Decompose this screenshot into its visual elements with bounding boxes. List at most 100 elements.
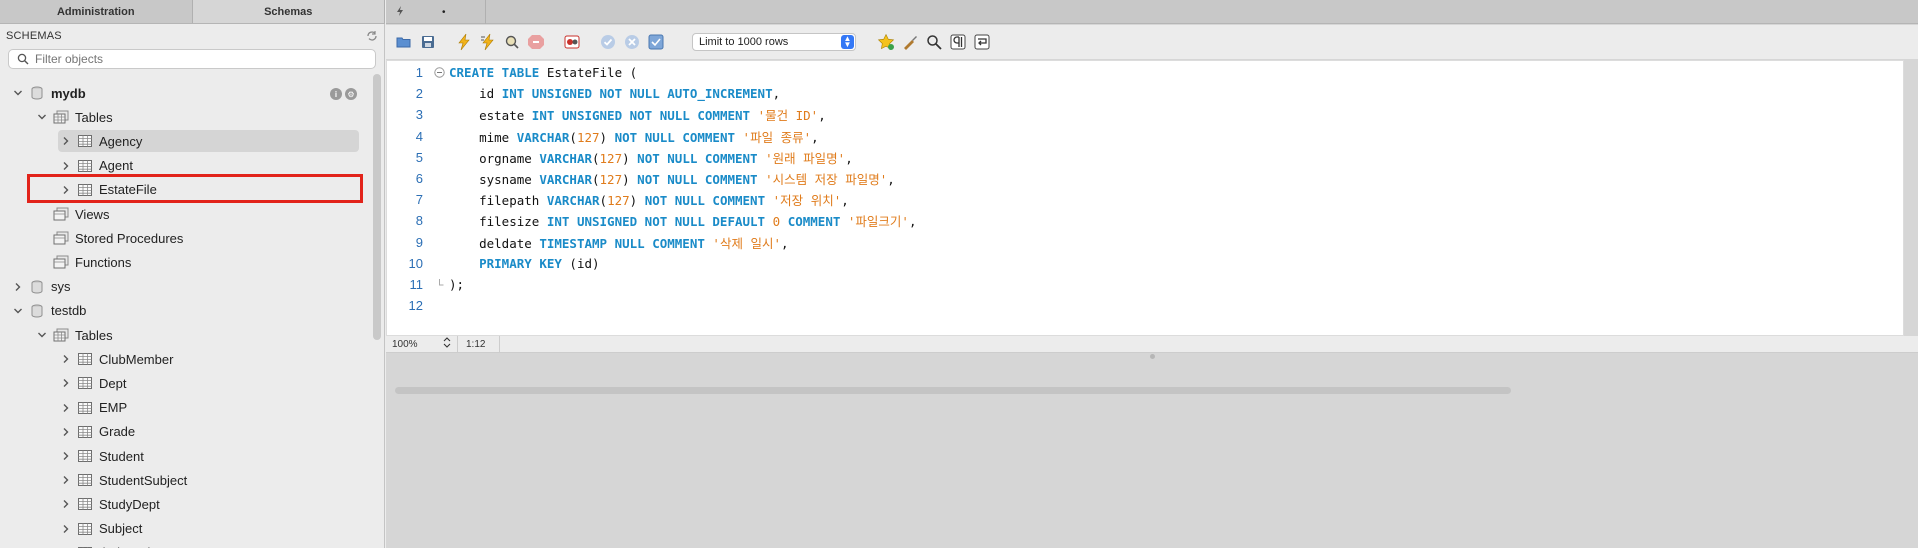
query-tab[interactable]: •: [386, 0, 486, 24]
explain-icon[interactable]: [502, 32, 522, 52]
chevron-down-icon[interactable]: [13, 306, 23, 316]
table-icon: [77, 376, 93, 390]
chevron-right-icon[interactable]: [61, 499, 71, 509]
tree-item-tb-board[interactable]: tb_board: [61, 542, 150, 548]
chevron-right-icon[interactable]: [61, 136, 71, 146]
sql-token: deldate: [449, 235, 540, 251]
sql-token: mime: [449, 129, 517, 145]
panel-splitter-handle[interactable]: [1150, 354, 1155, 359]
editor-toolbar: Limit to 1000 rows ▲ ▼: [386, 25, 1918, 59]
tree-item-tables[interactable]: Tables: [37, 106, 113, 128]
sql-number: 127: [607, 193, 630, 209]
chevron-right-icon[interactable]: [61, 451, 71, 461]
commit-icon[interactable]: [598, 32, 618, 52]
sql-string: '파일크기': [847, 214, 909, 230]
tree-item-clubmember[interactable]: ClubMember: [61, 348, 173, 370]
sql-string: '물건 ID': [757, 108, 819, 124]
tree-item-emp[interactable]: EMP: [61, 397, 127, 419]
refresh-icon[interactable]: [365, 29, 379, 43]
chevron-right-icon[interactable]: [61, 427, 71, 437]
fold-collapse-icon[interactable]: [433, 67, 445, 79]
code-line: 11);: [387, 274, 1887, 295]
toggle-error-stop-icon[interactable]: [562, 32, 582, 52]
beautify-icon[interactable]: [900, 32, 920, 52]
chevron-down-icon[interactable]: [37, 330, 47, 340]
fold-gutter: [433, 194, 445, 206]
views-folder-icon: [53, 207, 69, 221]
tree-item-stored-procedures[interactable]: Stored Procedures: [37, 227, 183, 249]
chevron-down-icon[interactable]: [37, 112, 47, 122]
tree-item-mydb[interactable]: mydb: [13, 82, 86, 104]
tree-item-subject[interactable]: Subject: [61, 518, 142, 540]
tree-item-sys[interactable]: sys: [13, 276, 71, 298]
tree-item-label: sys: [51, 279, 71, 295]
chevron-right-icon[interactable]: [61, 475, 71, 485]
tree-item-studentsubject[interactable]: StudentSubject: [61, 469, 187, 491]
database-icon: [29, 304, 45, 318]
filter-objects-field[interactable]: [8, 49, 376, 69]
chevron-right-icon[interactable]: [13, 282, 23, 292]
sql-token: ): [629, 193, 645, 209]
tree-item-label: Views: [75, 206, 110, 222]
autocommit-icon[interactable]: [646, 32, 666, 52]
chevron-right-icon[interactable]: [61, 161, 71, 171]
add-snippet-icon[interactable]: [876, 32, 896, 52]
tree-item-studydept[interactable]: StudyDept: [61, 493, 160, 515]
tree-item-dept[interactable]: Dept: [61, 372, 126, 394]
sql-editor[interactable]: 1 CREATE TABLE EstateFile (2 id INT UNSIG…: [386, 60, 1904, 394]
execute-current-icon[interactable]: [478, 32, 498, 52]
tree-item-student[interactable]: Student: [61, 445, 144, 467]
sql-token: sysname: [449, 172, 540, 187]
navigator-tabs: Administration Schemas: [0, 0, 385, 24]
chevron-down-icon[interactable]: [13, 88, 23, 98]
fold-gutter: [433, 88, 445, 100]
tree-item-tables[interactable]: Tables: [37, 324, 113, 346]
inspect-icon[interactable]: ⚙: [345, 88, 357, 100]
zoom-stepper[interactable]: 100%: [386, 335, 458, 353]
tree-item-views[interactable]: Views: [37, 203, 109, 225]
table-icon: [77, 522, 93, 536]
tab-administration[interactable]: Administration: [0, 0, 193, 23]
tree-item-functions[interactable]: Functions: [37, 251, 131, 273]
vertical-scrollbar[interactable]: [373, 74, 381, 340]
sql-token: ,: [908, 214, 917, 230]
schema-actions: i ⚙: [330, 88, 357, 100]
sql-keyword: VARCHAR: [539, 172, 592, 187]
tab-schemas[interactable]: Schemas: [192, 0, 385, 23]
rollback-icon[interactable]: [622, 32, 642, 52]
chevron-right-icon[interactable]: [61, 524, 71, 534]
stepper-arrows-icon[interactable]: [443, 337, 451, 351]
filter-objects-input[interactable]: [35, 52, 355, 66]
horizontal-scrollbar[interactable]: [395, 387, 1511, 394]
sql-token: ,: [818, 108, 826, 124]
wrap-lines-icon[interactable]: [972, 32, 992, 52]
fold-gutter: [433, 236, 445, 248]
chevron-right-icon[interactable]: [61, 403, 71, 413]
limit-rows-select[interactable]: Limit to 1000 rows ▲ ▼: [692, 33, 856, 51]
query-tab-bar: •: [386, 0, 1918, 24]
sql-token: ,: [845, 150, 853, 166]
info-icon[interactable]: i: [330, 88, 342, 100]
execute-icon[interactable]: [454, 32, 474, 52]
sql-number: 127: [576, 129, 600, 145]
table-icon: [77, 449, 93, 463]
find-icon[interactable]: [924, 32, 944, 52]
table-icon: [77, 497, 93, 511]
sql-string: '원래 파일명': [765, 150, 846, 166]
invisible-chars-icon[interactable]: [948, 32, 968, 52]
sql-keyword: CREATE TABLE: [449, 65, 540, 80]
chevron-right-icon[interactable]: [61, 378, 71, 388]
tree-item-grade[interactable]: Grade: [61, 421, 135, 443]
sql-token: ,: [811, 129, 819, 145]
save-icon[interactable]: [418, 32, 438, 52]
tree-item-agency[interactable]: Agency: [58, 130, 359, 153]
table-icon: [77, 352, 93, 366]
code-line: 12: [387, 295, 1887, 316]
stop-icon[interactable]: [526, 32, 546, 52]
tree-item-testdb[interactable]: testdb: [13, 300, 86, 322]
open-file-icon[interactable]: [394, 32, 414, 52]
line-number: 3: [415, 107, 423, 123]
chevron-right-icon[interactable]: [61, 354, 71, 364]
